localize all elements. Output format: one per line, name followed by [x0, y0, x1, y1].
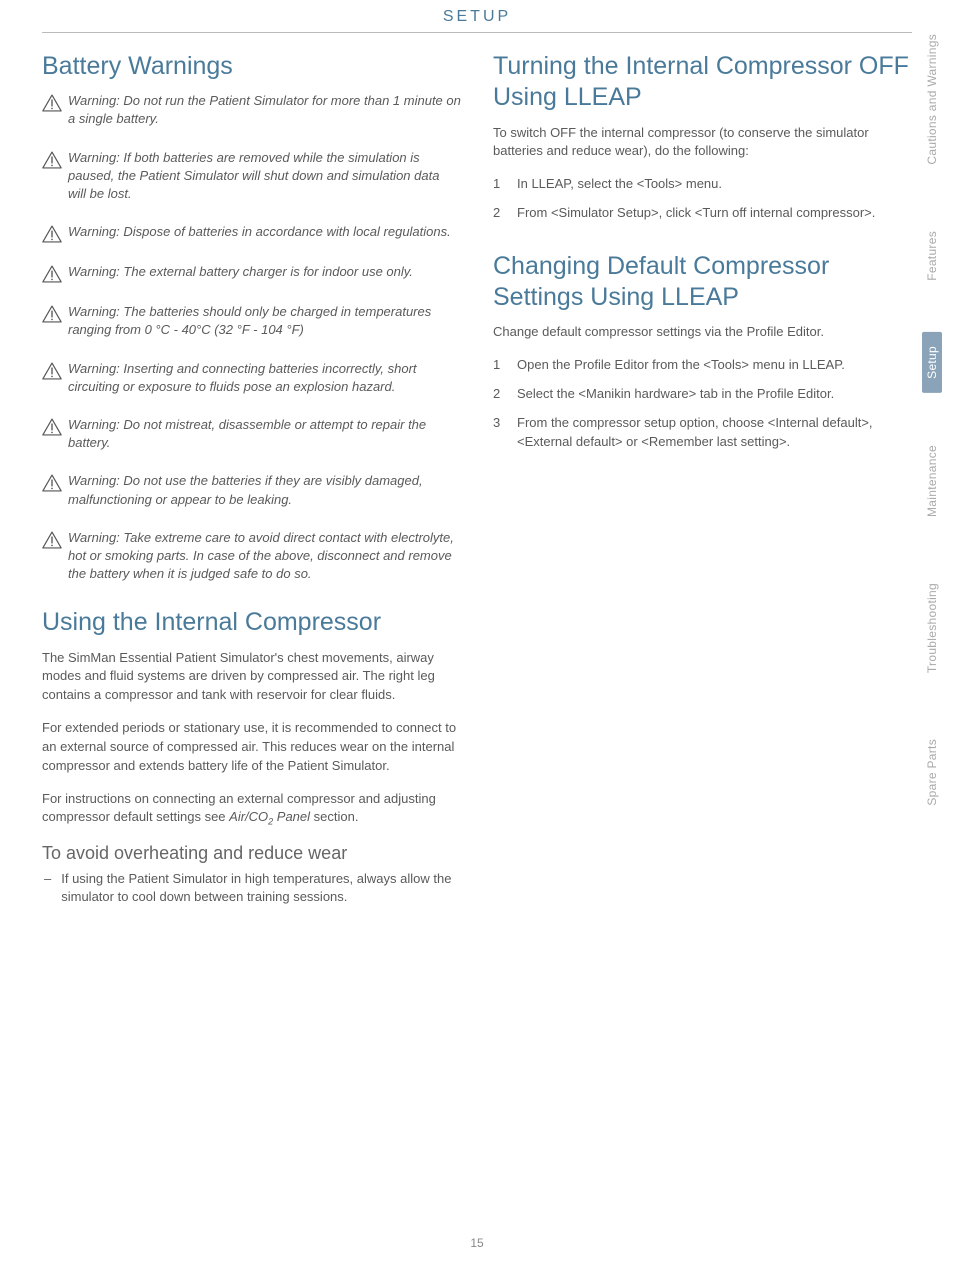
heading-battery-warnings: Battery Warnings — [42, 51, 461, 82]
dash-bullet: – — [44, 870, 51, 906]
warning-text: Warning: Inserting and connecting batter… — [68, 360, 461, 396]
warning-text: Warning: Do not run the Patient Simulato… — [68, 92, 461, 128]
warning-block: Warning: Take extreme care to avoid dire… — [42, 529, 461, 584]
list-text: From <Simulator Setup>, click <Turn off … — [517, 204, 875, 223]
list-number: 1 — [493, 175, 505, 194]
warning-block: Warning: Dispose of batteries in accorda… — [42, 223, 461, 243]
side-tab-troubleshooting[interactable]: Troubleshooting — [922, 569, 942, 687]
section-header: SETUP — [42, 0, 912, 33]
list-item: 3 From the compressor setup option, choos… — [493, 414, 912, 452]
list-text: If using the Patient Simulator in high t… — [61, 870, 461, 906]
heading-internal-compressor: Using the Internal Compressor — [42, 607, 461, 638]
left-column: Battery Warnings Warning: Do not run the… — [42, 51, 461, 906]
list-number: 3 — [493, 414, 505, 452]
side-tab-spare-parts[interactable]: Spare Parts — [922, 725, 942, 820]
paragraph: For extended periods or stationary use, … — [42, 719, 461, 776]
warning-text: Warning: Take extreme care to avoid dire… — [68, 529, 461, 584]
heading-avoid-overheating: To avoid overheating and reduce wear — [42, 843, 461, 864]
heading-changing-default: Changing Default Compressor Settings Usi… — [493, 251, 912, 314]
warning-block: Warning: Do not use the batteries if the… — [42, 472, 461, 508]
side-tab-cautions-and-warnings[interactable]: Cautions and Warnings — [922, 20, 942, 179]
warning-icon — [42, 362, 62, 380]
list-item: 2 From <Simulator Setup>, click <Turn off… — [493, 204, 912, 223]
warning-icon — [42, 151, 62, 169]
warning-icon — [42, 305, 62, 323]
side-tab-maintenance[interactable]: Maintenance — [922, 431, 942, 531]
warning-icon — [42, 418, 62, 436]
warning-icon — [42, 474, 62, 492]
side-tab-features[interactable]: Features — [922, 217, 942, 295]
warning-text: Warning: The batteries should only be ch… — [68, 303, 461, 339]
term: Air/CO2 Panel — [229, 809, 310, 824]
side-tab-setup[interactable]: Setup — [922, 332, 942, 393]
warning-block: Warning: The external battery charger is… — [42, 263, 461, 283]
right-column: Turning the Internal Compressor OFF Usin… — [493, 51, 912, 906]
paragraph: The SimMan Essential Patient Simulator's… — [42, 649, 461, 706]
list-item: – If using the Patient Simulator in high… — [42, 870, 461, 906]
list-item: 2 Select the <Manikin hardware> tab in th… — [493, 385, 912, 404]
ordered-list: 1 In LLEAP, select the <Tools> menu. 2 From… — [493, 175, 912, 223]
list-number: 1 — [493, 356, 505, 375]
warning-text: Warning: Do not mistreat, disassemble or… — [68, 416, 461, 452]
paragraph: To switch OFF the internal compressor (t… — [493, 124, 912, 162]
warning-icon — [42, 225, 62, 243]
warning-text: Warning: The external battery charger is… — [68, 263, 413, 281]
page-number: 15 — [0, 1236, 954, 1250]
warning-block: Warning: Do not run the Patient Simulato… — [42, 92, 461, 128]
list-text: Open the Profile Editor from the <Tools>… — [517, 356, 845, 375]
list-text: From the compressor setup option, choose… — [517, 414, 912, 452]
warning-block: Warning: Do not mistreat, disassemble or… — [42, 416, 461, 452]
ordered-list: 1 Open the Profile Editor from the <Tools… — [493, 356, 912, 451]
warning-icon — [42, 531, 62, 549]
warning-icon — [42, 265, 62, 283]
text: section. — [310, 809, 358, 824]
warning-icon — [42, 94, 62, 112]
list-text: Select the <Manikin hardware> tab in the… — [517, 385, 834, 404]
warning-text: Warning: If both batteries are removed w… — [68, 149, 461, 204]
warning-block: Warning: If both batteries are removed w… — [42, 149, 461, 204]
side-tabs: Cautions and Warnings Features Setup Mainte… — [922, 20, 942, 820]
list-number: 2 — [493, 385, 505, 404]
list-number: 2 — [493, 204, 505, 223]
paragraph: For instructions on connecting an extern… — [42, 790, 461, 829]
paragraph: Change default compressor settings via t… — [493, 323, 912, 342]
warning-text: Warning: Do not use the batteries if the… — [68, 472, 461, 508]
list-text: In LLEAP, select the <Tools> menu. — [517, 175, 722, 194]
warning-text: Warning: Dispose of batteries in accorda… — [68, 223, 451, 241]
list-item: 1 Open the Profile Editor from the <Tools… — [493, 356, 912, 375]
warning-block: Warning: The batteries should only be ch… — [42, 303, 461, 339]
heading-turning-off: Turning the Internal Compressor OFF Usin… — [493, 51, 912, 114]
warning-block: Warning: Inserting and connecting batter… — [42, 360, 461, 396]
content-columns: Battery Warnings Warning: Do not run the… — [0, 51, 954, 906]
list-item: 1 In LLEAP, select the <Tools> menu. — [493, 175, 912, 194]
